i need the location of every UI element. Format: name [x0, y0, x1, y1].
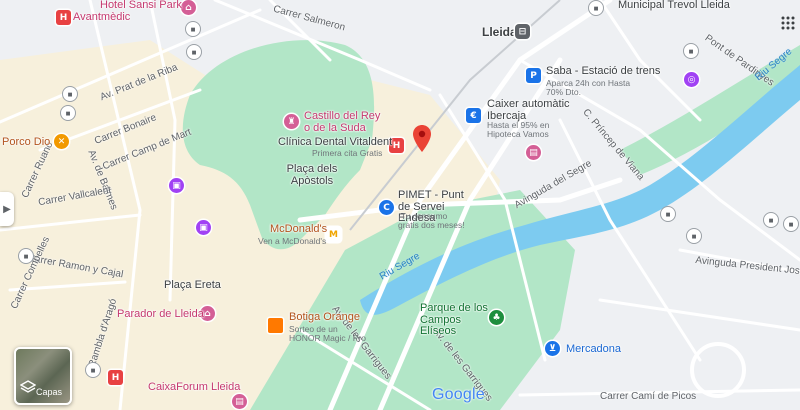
poi-caixer-subtitle: Hasta el 95% en Hipoteca Vamos — [487, 120, 550, 139]
parking-icon[interactable]: P — [526, 68, 541, 83]
grid-icon — [781, 16, 795, 30]
poi-placa-ereta: Plaça Ereta — [164, 279, 221, 291]
transit-stop-icon[interactable]: ■ — [18, 248, 34, 264]
layers-button[interactable]: Capas — [14, 347, 72, 405]
train-icon[interactable]: ⊟ — [515, 24, 530, 39]
monument-icon[interactable]: ▤ — [526, 145, 541, 160]
transit-stop-icon[interactable]: ■ — [683, 43, 699, 59]
google-logo: Google — [432, 386, 485, 403]
location-marker[interactable] — [413, 125, 431, 153]
poi-placa-apostols: Plaça dels Apòstols — [286, 163, 338, 187]
poi-pimet-subtitle: ¡Tu consumo gratis dos meses! — [398, 211, 465, 230]
poi-clinica-subtitle: Primera cita Gratis — [312, 148, 383, 158]
transit-stop-icon[interactable]: ■ — [763, 212, 779, 228]
atm-icon[interactable]: € — [466, 108, 481, 123]
transit-stop-icon[interactable]: ■ — [186, 44, 202, 60]
transit-stop-icon[interactable]: ■ — [660, 206, 676, 222]
transit-stop-icon[interactable]: ■ — [783, 216, 799, 232]
poi-caixaforum[interactable]: CaixaForum Lleida — [148, 381, 240, 394]
poi-saba-title[interactable]: Saba - Estació de trens — [546, 65, 660, 78]
poi-clinica-title[interactable]: Clínica Dental Vitaldent — [278, 136, 392, 149]
transit-stop-icon[interactable]: ■ — [60, 105, 76, 121]
poi-parador[interactable]: Parador de Lleida — [117, 308, 204, 321]
street-label: Carrer Camí de Picos — [600, 391, 697, 402]
poi-municipal-trevol[interactable]: Municipal Trevol Lleida — [618, 0, 730, 12]
layers-label: Capas — [36, 387, 63, 397]
poi-avantmedic[interactable]: Avantmèdic — [73, 11, 130, 24]
mcdonalds-icon[interactable]: M — [326, 227, 341, 242]
shop-icon[interactable]: ▣ — [196, 220, 211, 235]
transit-stop-icon[interactable]: ■ — [185, 21, 201, 37]
poi-caixer-title[interactable]: Caixer automàtic Ibercaja — [487, 98, 582, 122]
poi-mcdonalds-subtitle: Ven a McDonald's — [258, 236, 327, 246]
poi-porco-dio[interactable]: Porco Dio — [2, 136, 50, 149]
transit-stop-icon[interactable]: ■ — [588, 0, 604, 16]
hotel-icon[interactable]: ⌂ — [181, 0, 196, 15]
chevron-right-icon: ▶ — [3, 203, 11, 215]
poi-castillo[interactable]: Castillo del Rey o de la Suda — [304, 110, 384, 134]
transit-stop-icon[interactable]: ■ — [62, 86, 78, 102]
poi-parque[interactable]: Parque de los Campos Elíseos — [420, 302, 492, 338]
layers-icon — [20, 380, 36, 393]
orange-store-icon[interactable] — [268, 318, 283, 333]
poi-botiga-title[interactable]: Botiga Orange — [289, 311, 360, 324]
poi-mcdonalds-title[interactable]: McDonald's — [270, 223, 327, 236]
poi-mercadona[interactable]: Mercadona — [566, 343, 621, 356]
shop-icon[interactable]: ▣ — [169, 178, 184, 193]
shop-icon[interactable]: ◎ — [684, 72, 699, 87]
castle-icon[interactable]: ♜ — [284, 114, 299, 129]
hospital-icon[interactable]: H — [56, 10, 71, 25]
transit-stop-icon[interactable]: ■ — [85, 362, 101, 378]
map-canvas[interactable]: Av. Prat de la Riba Carrer Bonaire Carre… — [0, 0, 800, 410]
hospital-icon[interactable]: H — [108, 370, 123, 385]
poi-hotel-sansi-park[interactable]: Hotel Sansi Park — [100, 0, 182, 12]
poi-botiga-subtitle: Sorteo de un HONOR Magic / Pro — [289, 324, 366, 343]
energy-icon[interactable]: C — [379, 200, 394, 215]
shopping-cart-icon[interactable]: ⊻ — [545, 341, 560, 356]
poi-lleida-station[interactable]: Lleida — [482, 26, 517, 39]
restaurant-icon[interactable]: ✕ — [54, 134, 69, 149]
monument-icon[interactable]: ▤ — [232, 394, 247, 409]
expand-panel-button[interactable]: ▶ — [0, 192, 14, 226]
transit-stop-icon[interactable]: ■ — [686, 228, 702, 244]
poi-saba-subtitle: Aparca 24h con Hasta 70% Dto. — [546, 78, 631, 97]
apps-grid-button[interactable] — [781, 16, 795, 30]
